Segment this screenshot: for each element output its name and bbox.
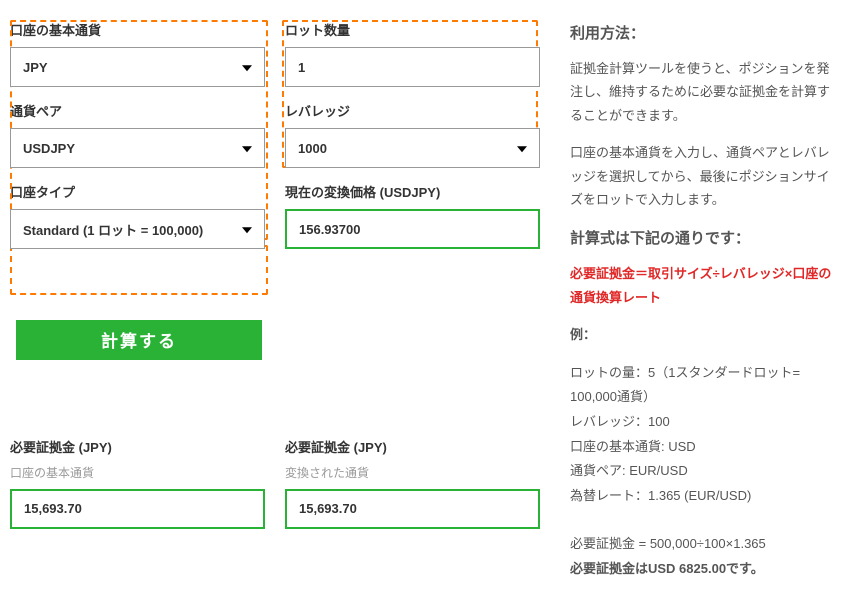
lot-size-input[interactable]: 1 <box>285 47 540 87</box>
leverage-label: レバレッジ <box>285 101 540 120</box>
base-currency-value: JPY <box>23 60 48 75</box>
result-a-label: 必要証拠金 (JPY) <box>10 437 265 456</box>
conversion-price-output: 156.93700 <box>285 209 540 249</box>
example-calc: 必要証拠金 = 500,000÷100×1.365 <box>570 532 834 557</box>
result-b-output: 15,693.70 <box>285 489 540 529</box>
base-currency-label: 口座の基本通貨 <box>10 20 265 39</box>
conversion-price-value: 156.93700 <box>299 222 360 237</box>
currency-pair-label: 通貨ペア <box>10 101 265 120</box>
calculate-button[interactable]: 計算する <box>16 320 262 360</box>
usage-p1: 証拠金計算ツールを使うと、ポジションを発注し、維持するために必要な証拠金を計算す… <box>570 57 834 127</box>
leverage-value: 1000 <box>298 141 327 156</box>
calculate-button-label: 計算する <box>101 327 177 352</box>
example-pair: 通貨ペア: EUR/USD <box>570 459 834 484</box>
formula-text: 必要証拠金＝取引サイズ÷レバレッジ×口座の通貨換算レート <box>570 262 834 309</box>
example-label: 例： <box>570 323 834 346</box>
account-type-select[interactable]: Standard (1 ロット = 100,000) <box>10 209 265 249</box>
conversion-price-label: 現在の変換価格 (USDJPY) <box>285 182 540 201</box>
lot-size-label: ロット数量 <box>285 20 540 39</box>
result-a-sublabel: 口座の基本通貨 <box>10 464 265 481</box>
base-currency-select[interactable]: JPY <box>10 47 265 87</box>
usage-title: 利用方法： <box>570 20 834 47</box>
info-panel: 利用方法： 証拠金計算ツールを使うと、ポジションを発注し、維持するために必要な証… <box>560 20 834 581</box>
result-a-output: 15,693.70 <box>10 489 265 529</box>
example-currency: 口座の基本通貨: USD <box>570 435 834 460</box>
result-b-label: 必要証拠金 (JPY) <box>285 437 540 456</box>
lot-size-value: 1 <box>298 60 305 75</box>
formula-title: 計算式は下記の通りです： <box>570 225 834 252</box>
account-type-value: Standard (1 ロット = 100,000) <box>23 220 203 239</box>
account-type-label: 口座タイプ <box>10 182 265 201</box>
currency-pair-value: USDJPY <box>23 141 75 156</box>
result-a-value: 15,693.70 <box>24 501 82 516</box>
example-leverage: レバレッジ：100 <box>570 410 834 435</box>
currency-pair-select[interactable]: USDJPY <box>10 128 265 168</box>
result-b-sublabel: 変換された通貨 <box>285 464 540 481</box>
example-result: 必要証拠金はUSD 6825.00です。 <box>570 557 834 582</box>
example-rate: 為替レート：1.365 (EUR/USD) <box>570 484 834 509</box>
leverage-select[interactable]: 1000 <box>285 128 540 168</box>
result-b-value: 15,693.70 <box>299 501 357 516</box>
usage-p2: 口座の基本通貨を入力し、通貨ペアとレバレッジを選択してから、最後にポジションサイ… <box>570 141 834 211</box>
example-lot: ロットの量：5（1スタンダードロット= 100,000通貨） <box>570 361 834 410</box>
